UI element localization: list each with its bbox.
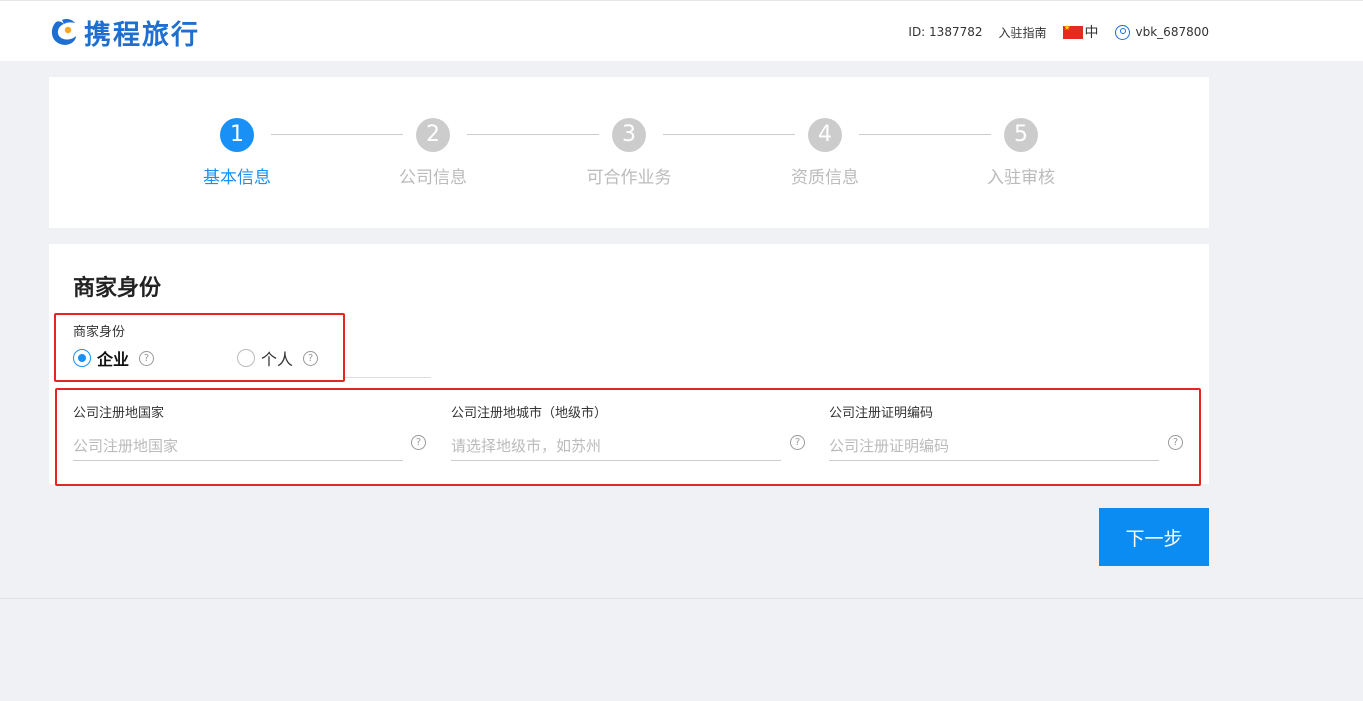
radio-option-enterprise[interactable]: 企业 ?	[73, 346, 155, 370]
username: vbk_687800	[1135, 25, 1209, 39]
field-label: 公司注册地国家	[73, 406, 165, 421]
radio-label: 个人	[261, 350, 294, 369]
merchant-id: ID: 1387782	[908, 25, 983, 39]
step-number: 4	[808, 118, 842, 152]
step-number: 5	[1004, 118, 1038, 152]
field-country: 公司注册地国家	[73, 402, 403, 461]
footer-divider	[0, 598, 1363, 599]
field-registration-code: 公司注册证明编码	[829, 402, 1159, 461]
radio-option-individual[interactable]: 个人 ?	[237, 346, 319, 370]
step-label: 资质信息	[791, 168, 859, 188]
header-right: ID: 1387782 入驻指南 中 vbk_687800	[892, 21, 1209, 43]
step-number: 2	[416, 118, 450, 152]
user-icon	[1114, 24, 1130, 40]
help-icon[interactable]: ?	[411, 435, 426, 450]
radio-label: 企业	[97, 350, 130, 369]
logo-text: 携程旅行	[84, 19, 200, 51]
field-label: 公司注册地城市（地级市）	[451, 406, 608, 421]
help-icon[interactable]: ?	[1168, 435, 1183, 450]
section-title: 商家身份	[73, 276, 162, 301]
step-4: 4 资质信息	[765, 118, 885, 188]
step-number: 1	[220, 118, 254, 152]
step-number: 3	[612, 118, 646, 152]
help-icon[interactable]: ?	[139, 350, 155, 366]
dolphin-logo-icon	[51, 19, 76, 45]
progress-steps: 1 基本信息 2 公司信息 3 可合作业务 4 资质信息 5 入驻审核	[49, 77, 1209, 228]
step-5: 5 入驻审核	[961, 118, 1081, 188]
language-label: 中	[1084, 25, 1099, 41]
china-flag-icon	[1062, 23, 1083, 39]
guide-link[interactable]: 入驻指南	[999, 24, 1047, 41]
step-label: 入驻审核	[987, 168, 1055, 188]
identity-label: 商家身份	[73, 325, 126, 340]
registration-code-input[interactable]	[829, 431, 1159, 461]
logo[interactable]: 携程旅行	[48, 13, 200, 51]
city-input[interactable]	[451, 431, 781, 461]
radio-button[interactable]	[237, 349, 255, 367]
step-label: 可合作业务	[586, 168, 672, 188]
step-2: 2 公司信息	[373, 118, 493, 188]
user-menu[interactable]: vbk_687800	[1114, 24, 1209, 40]
top-header: 携程旅行 ID: 1387782 入驻指南 中 vbk_687800	[0, 0, 1363, 61]
step-label: 公司信息	[399, 168, 467, 188]
help-icon[interactable]: ?	[790, 435, 805, 450]
country-input[interactable]	[73, 431, 403, 461]
merchant-identity-form: 商家身份 商家身份 企业 ? 个人 ? 公司注册地国家 ? 公司注册地城市（地级…	[49, 244, 1209, 486]
help-icon[interactable]: ?	[303, 350, 319, 366]
field-city: 公司注册地城市（地级市）	[451, 402, 781, 461]
divider	[345, 377, 431, 378]
field-label: 公司注册证明编码	[829, 406, 934, 421]
step-3: 3 可合作业务	[569, 118, 689, 188]
language-switch[interactable]: 中	[1062, 22, 1099, 42]
step-1: 1 基本信息	[177, 118, 297, 188]
next-step-button[interactable]: 下一步	[1099, 508, 1209, 566]
radio-button[interactable]	[73, 349, 91, 367]
step-label: 基本信息	[203, 168, 271, 188]
